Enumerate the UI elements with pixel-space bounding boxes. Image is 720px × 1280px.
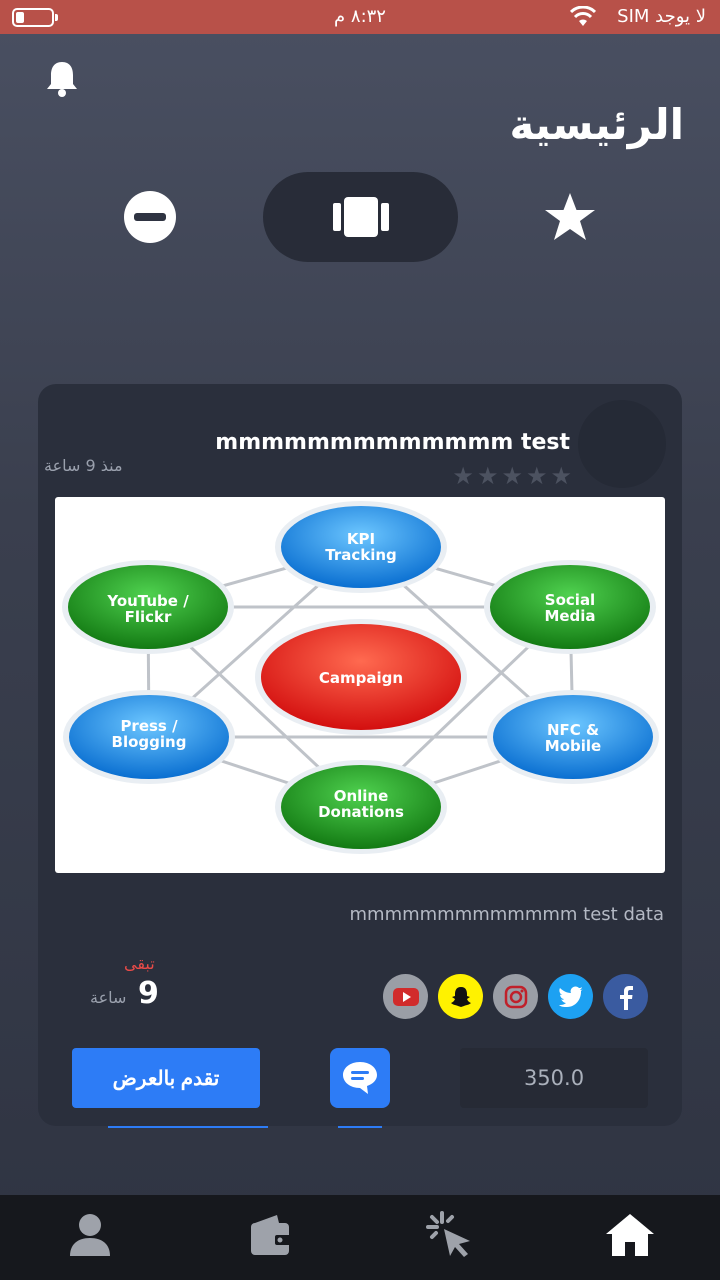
minus-circle-icon — [124, 191, 176, 243]
remaining-label: تبقى — [124, 954, 155, 973]
card-description: mmmmmmmmmmmmm test data — [349, 904, 665, 925]
cursor-click-icon — [426, 1211, 470, 1257]
submit-offer-button[interactable]: تقدم بالعرض — [72, 1048, 260, 1108]
remove-filter-button[interactable] — [110, 172, 190, 262]
chat-button[interactable] — [330, 1048, 390, 1108]
carrier-text: لا يوجد SIM — [617, 6, 706, 27]
diagram-node-label: Donations — [318, 803, 404, 821]
filter-bar — [0, 172, 720, 262]
wallet-icon — [251, 1215, 291, 1255]
rating-stars: ★ ★ ★ ★ ★ — [452, 464, 572, 488]
divider — [108, 1126, 268, 1128]
bell-icon[interactable] — [44, 58, 80, 98]
star-icon: ★ — [452, 462, 474, 490]
star-icon: ★ — [476, 462, 499, 490]
star-icon: ★ — [501, 462, 523, 490]
favorites-button[interactable] — [530, 172, 610, 262]
request-card[interactable]: mmmmmmmmmmmmm test منذ 9 ساعة ★ ★ ★ ★ ★ — [38, 384, 682, 1128]
divider — [338, 1126, 382, 1128]
instagram-icon[interactable] — [493, 974, 538, 1019]
cards-view-button[interactable] — [263, 172, 458, 262]
bottom-nav — [0, 1195, 720, 1280]
card-title: mmmmmmmmmmmmm test — [215, 430, 570, 455]
social-links — [383, 974, 648, 1019]
diagram-node-label: Tracking — [325, 546, 397, 564]
status-bar: ٨:٣٢ م لا يوجد SIM — [0, 0, 720, 34]
card-image[interactable]: KPI Tracking Social Media NFC & Mobile Onli… — [55, 497, 665, 873]
star-icon — [545, 193, 595, 240]
remaining-unit: ساعة — [90, 988, 127, 1007]
card-time: منذ 9 ساعة — [44, 456, 123, 475]
wifi-icon — [570, 6, 596, 26]
click-tab[interactable] — [420, 1205, 480, 1265]
avatar[interactable] — [578, 400, 666, 488]
home-tab[interactable] — [600, 1205, 660, 1265]
page-title: الرئيسية — [509, 100, 684, 149]
status-time: ٨:٣٢ م — [334, 6, 386, 27]
profile-tab[interactable] — [60, 1205, 120, 1265]
snapchat-icon[interactable] — [438, 974, 483, 1019]
campaign-diagram: KPITracking SocialMedia NFC &Mobile Onli… — [62, 501, 659, 854]
diagram-node-label: Flickr — [125, 608, 172, 626]
diagram-node-label: Blogging — [112, 733, 187, 751]
diagram-node-label: Campaign — [319, 669, 403, 687]
cards-icon — [332, 197, 389, 237]
star-icon: ★ — [550, 462, 572, 490]
diagram-node-label: Media — [544, 607, 595, 625]
star-icon: ★ — [525, 462, 548, 490]
youtube-icon[interactable] — [383, 974, 428, 1019]
wallet-tab[interactable] — [240, 1205, 300, 1265]
twitter-icon[interactable] — [548, 974, 593, 1019]
home-icon — [606, 1214, 654, 1256]
person-icon — [70, 1214, 110, 1256]
chat-icon — [343, 1062, 377, 1094]
price-field[interactable]: 350.0 — [460, 1048, 648, 1108]
remaining-value: 9 — [138, 976, 159, 1011]
facebook-icon[interactable] — [603, 974, 648, 1019]
battery-icon — [12, 8, 58, 27]
diagram-node-label: Mobile — [545, 737, 601, 755]
